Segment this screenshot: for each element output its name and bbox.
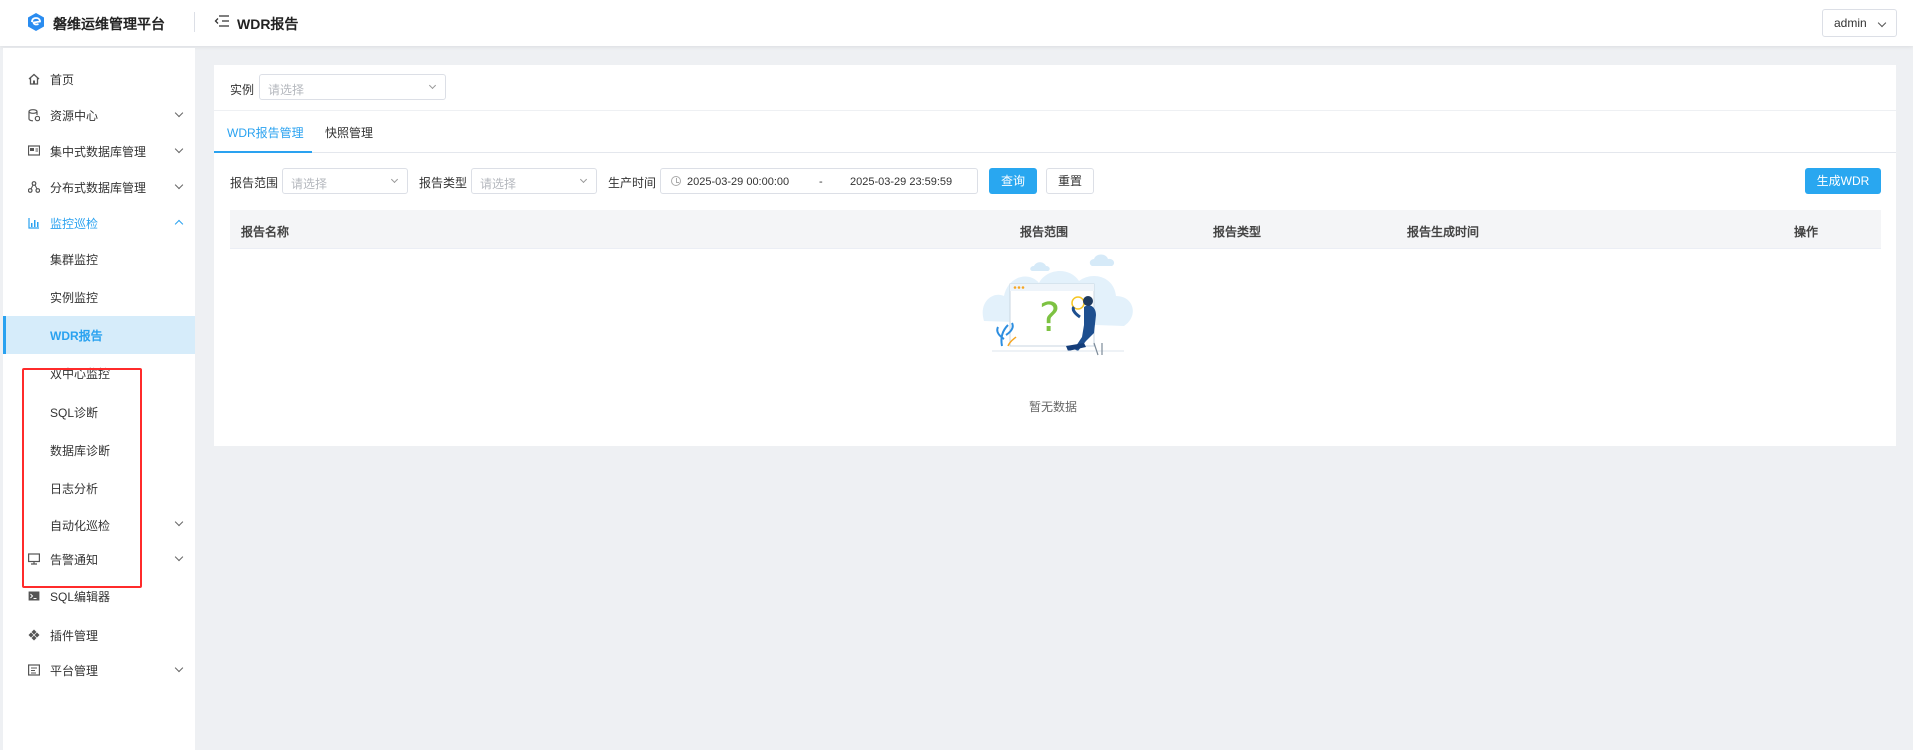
sidebar-subitem-label: 数据库诊断 xyxy=(50,443,111,458)
chevron-down-icon xyxy=(174,663,184,673)
menu-collapse-icon[interactable] xyxy=(214,14,230,28)
sidebar-subitem-log-analysis[interactable]: 日志分析 xyxy=(3,469,195,507)
sidebar-subitem-wdr-report[interactable]: WDR报告 xyxy=(3,316,195,354)
tab-snapshot-management[interactable]: 快照管理 xyxy=(325,124,373,141)
instance-filter-bar: 实例 请选择 xyxy=(214,65,1896,110)
cluster-icon xyxy=(27,181,40,194)
sidebar-subitem-cluster-monitor[interactable]: 集群监控 xyxy=(3,240,195,278)
instance-select[interactable]: 请选择 xyxy=(259,74,446,100)
report-range-select[interactable]: 请选择 xyxy=(282,168,408,194)
screen-icon xyxy=(27,553,40,566)
sidebar-item-sql-editor[interactable]: SQL编辑器 xyxy=(3,578,195,614)
clock-icon xyxy=(671,176,681,186)
sidebar-subitem-label: 集群监控 xyxy=(50,252,99,267)
chevron-down-icon xyxy=(174,144,184,154)
report-type-select[interactable]: 请选择 xyxy=(471,168,597,194)
column-header-report-name: 报告名称 xyxy=(241,225,290,239)
sidebar-item-label: 集中式数据库管理 xyxy=(50,144,147,159)
database-icon xyxy=(27,108,40,122)
chevron-down-icon xyxy=(390,175,399,184)
chevron-down-icon xyxy=(174,180,184,190)
column-header-actions: 操作 xyxy=(1794,225,1819,239)
sidebar-item-home[interactable]: 首页 xyxy=(3,61,195,97)
home-icon xyxy=(27,73,40,86)
sidebar-item-centralized-db[interactable]: 集中式数据库管理 xyxy=(3,133,195,169)
instance-label: 实例 xyxy=(230,83,255,97)
sidebar-item-label: 告警通知 xyxy=(50,552,99,567)
sidebar-item-label: SQL编辑器 xyxy=(50,589,111,604)
reset-button[interactable]: 重置 xyxy=(1046,168,1094,194)
top-header: 磐维运维管理平台 WDR报告 admin xyxy=(0,0,1913,46)
start-time-input[interactable]: 2025-03-29 00:00:00 xyxy=(687,176,789,188)
sidebar-item-label: 首页 xyxy=(50,72,75,87)
tab-bar: WDR报告管理 快照管理 xyxy=(214,111,1896,153)
chevron-down-icon xyxy=(174,517,184,527)
sidebar-item-label: 资源中心 xyxy=(50,108,99,123)
sidebar-item-label: 分布式数据库管理 xyxy=(50,180,147,195)
sidebar-item-platform[interactable]: 平台管理 xyxy=(3,652,195,688)
sidebar-subitem-dual-center-monitor[interactable]: 双中心监控 xyxy=(3,354,195,392)
sidebar-item-label: 插件管理 xyxy=(50,628,99,643)
chevron-down-icon xyxy=(579,175,588,184)
sidebar-subitem-sql-diagnosis[interactable]: SQL诊断 xyxy=(3,393,195,431)
report-type-label: 报告类型 xyxy=(419,176,468,190)
main-panel: WDR报告管理 快照管理 报告范围 请选择 报告类型 请选择 生产时间 2025… xyxy=(214,111,1896,446)
tab-wdr-report-management[interactable]: WDR报告管理 xyxy=(227,124,304,141)
column-header-report-range: 报告范围 xyxy=(1020,225,1069,239)
sidebar-item-alerts[interactable]: 告警通知 xyxy=(3,541,195,577)
sidebar-subitem-auto-inspection[interactable]: 自动化巡检 xyxy=(3,506,195,544)
sidebar-subitem-label: 自动化巡检 xyxy=(50,518,111,533)
username: admin xyxy=(1834,16,1867,30)
empty-state-text: 暂无数据 xyxy=(1029,400,1078,414)
sidebar-subitem-label: WDR报告 xyxy=(50,328,103,343)
report-range-label: 报告范围 xyxy=(230,176,279,190)
sidebar-item-resource-center[interactable]: 资源中心 xyxy=(3,97,195,133)
chevron-down-icon xyxy=(428,81,437,90)
sidebar-item-plugins[interactable]: 插件管理 xyxy=(3,617,195,653)
chevron-up-icon xyxy=(174,219,184,229)
column-header-report-type: 报告类型 xyxy=(1213,225,1262,239)
sidebar-subitem-label: SQL诊断 xyxy=(50,405,99,420)
svg-text:?: ? xyxy=(1039,295,1060,341)
instance-select-placeholder: 请选择 xyxy=(268,83,305,97)
column-header-generated-time: 报告生成时间 xyxy=(1407,225,1480,239)
monitor-chart-icon xyxy=(27,217,40,230)
chevron-down-icon xyxy=(174,108,184,118)
sidebar-subitem-db-diagnosis[interactable]: 数据库诊断 xyxy=(3,431,195,469)
app-logo-icon xyxy=(28,13,44,31)
sidebar-subitem-label: 实例监控 xyxy=(50,290,99,305)
sidebar-item-monitoring[interactable]: 监控巡检 xyxy=(3,205,195,241)
date-range-separator: - xyxy=(819,176,823,188)
sidebar-subitem-label: 双中心监控 xyxy=(50,366,111,381)
chevron-down-icon xyxy=(174,552,184,562)
settings-panel-icon xyxy=(27,664,40,677)
chevron-down-icon xyxy=(1877,18,1887,28)
app-title: 磐维运维管理平台 xyxy=(53,16,165,32)
report-range-placeholder: 请选择 xyxy=(291,177,328,191)
end-time-input[interactable]: 2025-03-29 23:59:59 xyxy=(850,176,952,188)
production-time-label: 生产时间 xyxy=(608,176,657,190)
date-range-picker[interactable]: 2025-03-29 00:00:00 - 2025-03-29 23:59:5… xyxy=(660,168,978,194)
sidebar: 首页 资源中心 集中式数据库管理 分布式数据库管理 监控巡检 集群监控 实例监控 xyxy=(3,48,195,750)
page-title: WDR报告 xyxy=(237,16,299,32)
table-header: 报告名称 报告范围 报告类型 报告生成时间 操作 xyxy=(230,210,1881,249)
sidebar-item-label: 平台管理 xyxy=(50,663,99,678)
sidebar-item-label: 监控巡检 xyxy=(50,216,99,231)
query-button[interactable]: 查询 xyxy=(989,168,1037,194)
sidebar-subitem-label: 日志分析 xyxy=(50,481,99,496)
terminal-icon xyxy=(27,590,40,603)
plugin-icon xyxy=(27,629,40,642)
sidebar-item-distributed-db[interactable]: 分布式数据库管理 xyxy=(3,169,195,205)
user-menu-button[interactable]: admin xyxy=(1822,9,1897,37)
generate-wdr-button[interactable]: 生成WDR xyxy=(1805,168,1881,194)
report-type-placeholder: 请选择 xyxy=(480,177,517,191)
server-icon xyxy=(27,145,40,158)
header-divider xyxy=(194,12,195,32)
active-tab-indicator xyxy=(214,151,312,153)
sidebar-subitem-instance-monitor[interactable]: 实例监控 xyxy=(3,278,195,316)
empty-state-illustration: ? xyxy=(982,254,1133,356)
